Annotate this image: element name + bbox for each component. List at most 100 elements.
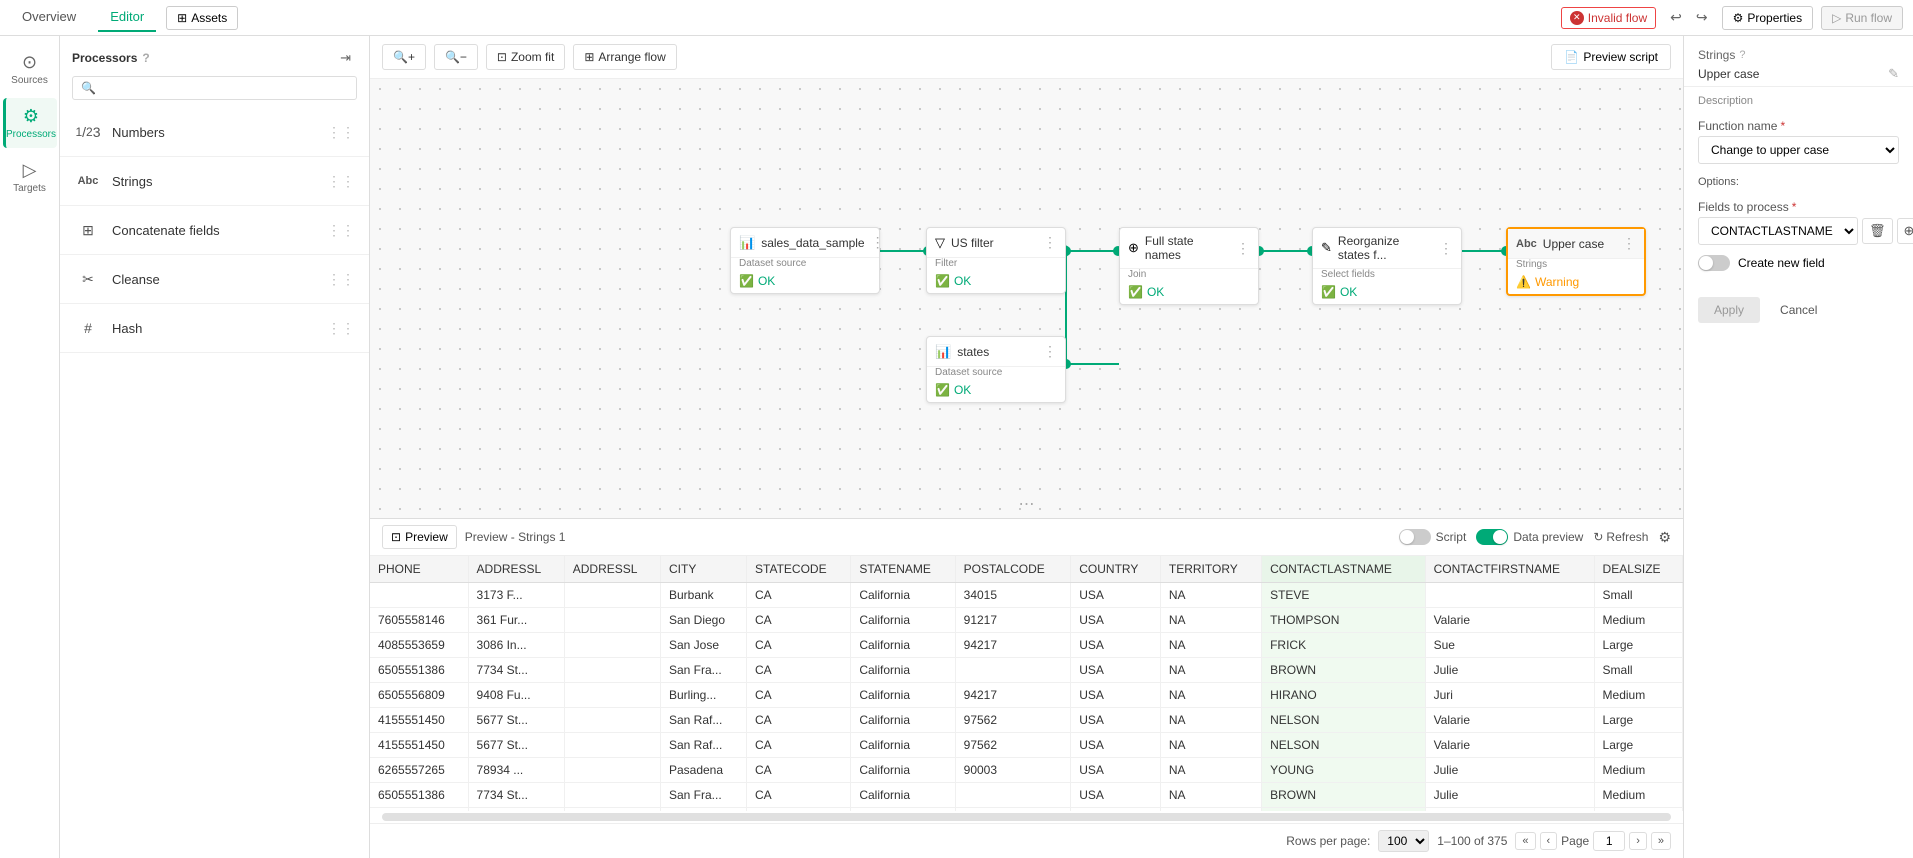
tab-assets[interactable]: ⊞ Assets xyxy=(166,6,238,30)
drag-handle-strings[interactable]: ⋮⋮ xyxy=(327,173,355,190)
canvas-content[interactable]: 📊 sales_data_sample ⋮ Dataset source ✅ O… xyxy=(370,79,1683,518)
dataset-icon: 📊 xyxy=(739,235,755,251)
tab-editor[interactable]: Editor xyxy=(98,3,156,32)
node-states[interactable]: 📊 states ⋮ Dataset source ✅ OK xyxy=(926,336,1066,403)
table-cell: 90003 xyxy=(955,758,1071,783)
script-toggle[interactable]: Script xyxy=(1399,529,1467,545)
zoom-fit-button[interactable]: ⊡ Zoom fit xyxy=(486,44,565,70)
table-header-row: PHONE ADDRESSL ADDRESSL CITY STATECODE S… xyxy=(370,556,1683,583)
ok-icon-fullstate: ✅ xyxy=(1128,285,1143,299)
processor-item-cleanse[interactable]: ✂ Cleanse ⋮⋮ xyxy=(60,255,369,304)
table-cell: CA xyxy=(747,808,851,812)
drag-handle-concat[interactable]: ⋮⋮ xyxy=(327,222,355,239)
table-cell: NA xyxy=(1160,633,1261,658)
data-toggle-switch[interactable] xyxy=(1476,529,1508,545)
preview-header: ⊡ Preview Preview - Strings 1 Script xyxy=(370,519,1683,556)
node-menu-upper[interactable]: ⋮ xyxy=(1622,235,1636,252)
table-cell: 6505551386 xyxy=(370,658,468,683)
processor-item-concat[interactable]: ⊞ Concatenate fields ⋮⋮ xyxy=(60,206,369,255)
horizontal-scrollbar[interactable] xyxy=(382,813,1671,821)
node-full-state[interactable]: ⊕ Full state names ⋮ Join ✅ OK xyxy=(1119,227,1259,305)
arrange-flow-button[interactable]: ⊞ Arrange flow xyxy=(573,44,676,70)
node-menu-filter[interactable]: ⋮ xyxy=(1043,234,1057,251)
table-cell: 7734 St... xyxy=(468,658,564,683)
table-cell xyxy=(564,608,660,633)
redo-button[interactable]: ↪ xyxy=(1690,5,1714,30)
node-menu-reorg[interactable]: ⋮ xyxy=(1439,240,1453,257)
search-box[interactable]: 🔍 xyxy=(72,76,357,100)
last-page-button[interactable]: » xyxy=(1651,832,1671,850)
table-cell: 9408 Fu... xyxy=(468,683,564,708)
node-sales-data[interactable]: 📊 sales_data_sample ⋮ Dataset source ✅ O… xyxy=(730,227,880,294)
collapse-panel-button[interactable]: ⇥ xyxy=(334,46,357,70)
play-icon: ▷ xyxy=(1832,11,1841,25)
zoom-in-button[interactable]: 🔍+ xyxy=(382,44,426,70)
table-cell: 3173 F... xyxy=(468,583,564,608)
sidebar-item-processors[interactable]: ⚙ Processors xyxy=(3,98,57,148)
table-cell: Valarie xyxy=(1425,608,1594,633)
table-row: 3173 F...BurbankCACalifornia34015USANAST… xyxy=(370,583,1683,608)
x-icon: ✕ xyxy=(1570,11,1584,25)
page-input[interactable] xyxy=(1593,831,1625,851)
preview-tab-button[interactable]: ⊡ Preview xyxy=(382,525,457,549)
settings-button[interactable]: ⚙ xyxy=(1658,529,1671,546)
table-cell: 6505551386 xyxy=(370,783,468,808)
table-cell: Medium xyxy=(1594,808,1682,812)
canvas-resize-handle[interactable]: ⋯ xyxy=(1019,494,1035,514)
preview-controls: Script Data preview ↻ Refresh ⚙ xyxy=(1399,529,1671,546)
node-reorganize[interactable]: ✎ Reorganize states f... ⋮ Select fields… xyxy=(1312,227,1462,305)
strings-section-label: Strings ? xyxy=(1698,48,1899,62)
node-menu-states[interactable]: ⋮ xyxy=(1043,343,1057,360)
refresh-button[interactable]: ↻ Refresh xyxy=(1593,530,1648,544)
table-cell: Small xyxy=(1594,583,1682,608)
center-area: 🔍+ 🔍− ⊡ Zoom fit ⊞ Arrange flow 📄 Previe… xyxy=(370,36,1683,858)
edit-title-icon[interactable]: ✎ xyxy=(1888,66,1899,82)
create-field-row: Create new field xyxy=(1698,255,1899,271)
search-input[interactable] xyxy=(100,81,348,95)
properties-button[interactable]: ⚙ Properties xyxy=(1722,6,1813,30)
drag-handle-hash[interactable]: ⋮⋮ xyxy=(327,320,355,337)
rows-per-page-select[interactable]: 100 50 25 xyxy=(1378,830,1429,852)
first-page-button[interactable]: « xyxy=(1515,832,1535,850)
function-name-select[interactable]: Change to upper case xyxy=(1698,136,1899,164)
delete-field-button[interactable]: 🗑 xyxy=(1862,218,1893,244)
drag-handle-cleanse[interactable]: ⋮⋮ xyxy=(327,271,355,288)
zoom-out-button[interactable]: 🔍− xyxy=(434,44,478,70)
processor-item-numbers[interactable]: 1/23 Numbers ⋮⋮ xyxy=(60,108,369,157)
table-cell: Pasadena xyxy=(660,758,746,783)
table-cell: 361 Fur... xyxy=(468,808,564,812)
topbar: Overview Editor ⊞ Assets ✕ Invalid flow … xyxy=(0,0,1913,36)
run-flow-button[interactable]: ▷ Run flow xyxy=(1821,6,1903,30)
fields-select[interactable]: CONTACTLASTNAME xyxy=(1698,217,1858,245)
prev-page-button[interactable]: ‹ xyxy=(1540,832,1558,850)
drag-handle-numbers[interactable]: ⋮⋮ xyxy=(327,124,355,141)
table-cell: 5677 St... xyxy=(468,708,564,733)
node-menu-fullstate[interactable]: ⋮ xyxy=(1236,240,1250,257)
undo-button[interactable]: ↩ xyxy=(1664,5,1688,30)
table-cell: USA xyxy=(1071,683,1161,708)
sidebar-item-sources[interactable]: ⊙ Sources xyxy=(3,44,57,94)
tab-overview[interactable]: Overview xyxy=(10,3,88,32)
processor-item-strings[interactable]: Abc Strings ⋮⋮ xyxy=(60,157,369,206)
script-icon: 📄 xyxy=(1564,50,1579,64)
script-toggle-switch[interactable] xyxy=(1399,529,1431,545)
node-us-filter[interactable]: ▽ US filter ⋮ Filter ✅ OK xyxy=(926,227,1066,294)
next-page-button[interactable]: › xyxy=(1629,832,1647,850)
add-field-button[interactable]: ⊕ xyxy=(1897,218,1913,244)
sources-icon: ⊙ xyxy=(22,52,37,73)
sidebar-item-targets[interactable]: ▷ Targets xyxy=(3,152,57,202)
data-table-container[interactable]: PHONE ADDRESSL ADDRESSL CITY STATECODE S… xyxy=(370,556,1683,811)
table-cell: California xyxy=(851,658,955,683)
table-cell: 91217 xyxy=(955,608,1071,633)
apply-button[interactable]: Apply xyxy=(1698,297,1760,323)
table-cell: Julie xyxy=(1425,758,1594,783)
table-cell: 7734 St... xyxy=(468,783,564,808)
create-field-toggle[interactable] xyxy=(1698,255,1730,271)
processor-item-hash[interactable]: # Hash ⋮⋮ xyxy=(60,304,369,353)
node-upper-case[interactable]: Abc Upper case ⋮ Strings ⚠️ Warning xyxy=(1506,227,1646,296)
cancel-button[interactable]: Cancel xyxy=(1768,297,1829,323)
node-menu-sales[interactable]: ⋮ xyxy=(871,234,885,251)
preview-script-button[interactable]: 📄 Preview script xyxy=(1551,44,1671,70)
data-preview-toggle[interactable]: Data preview xyxy=(1476,529,1583,545)
canvas-toolbar: 🔍+ 🔍− ⊡ Zoom fit ⊞ Arrange flow 📄 Previe… xyxy=(370,36,1683,79)
